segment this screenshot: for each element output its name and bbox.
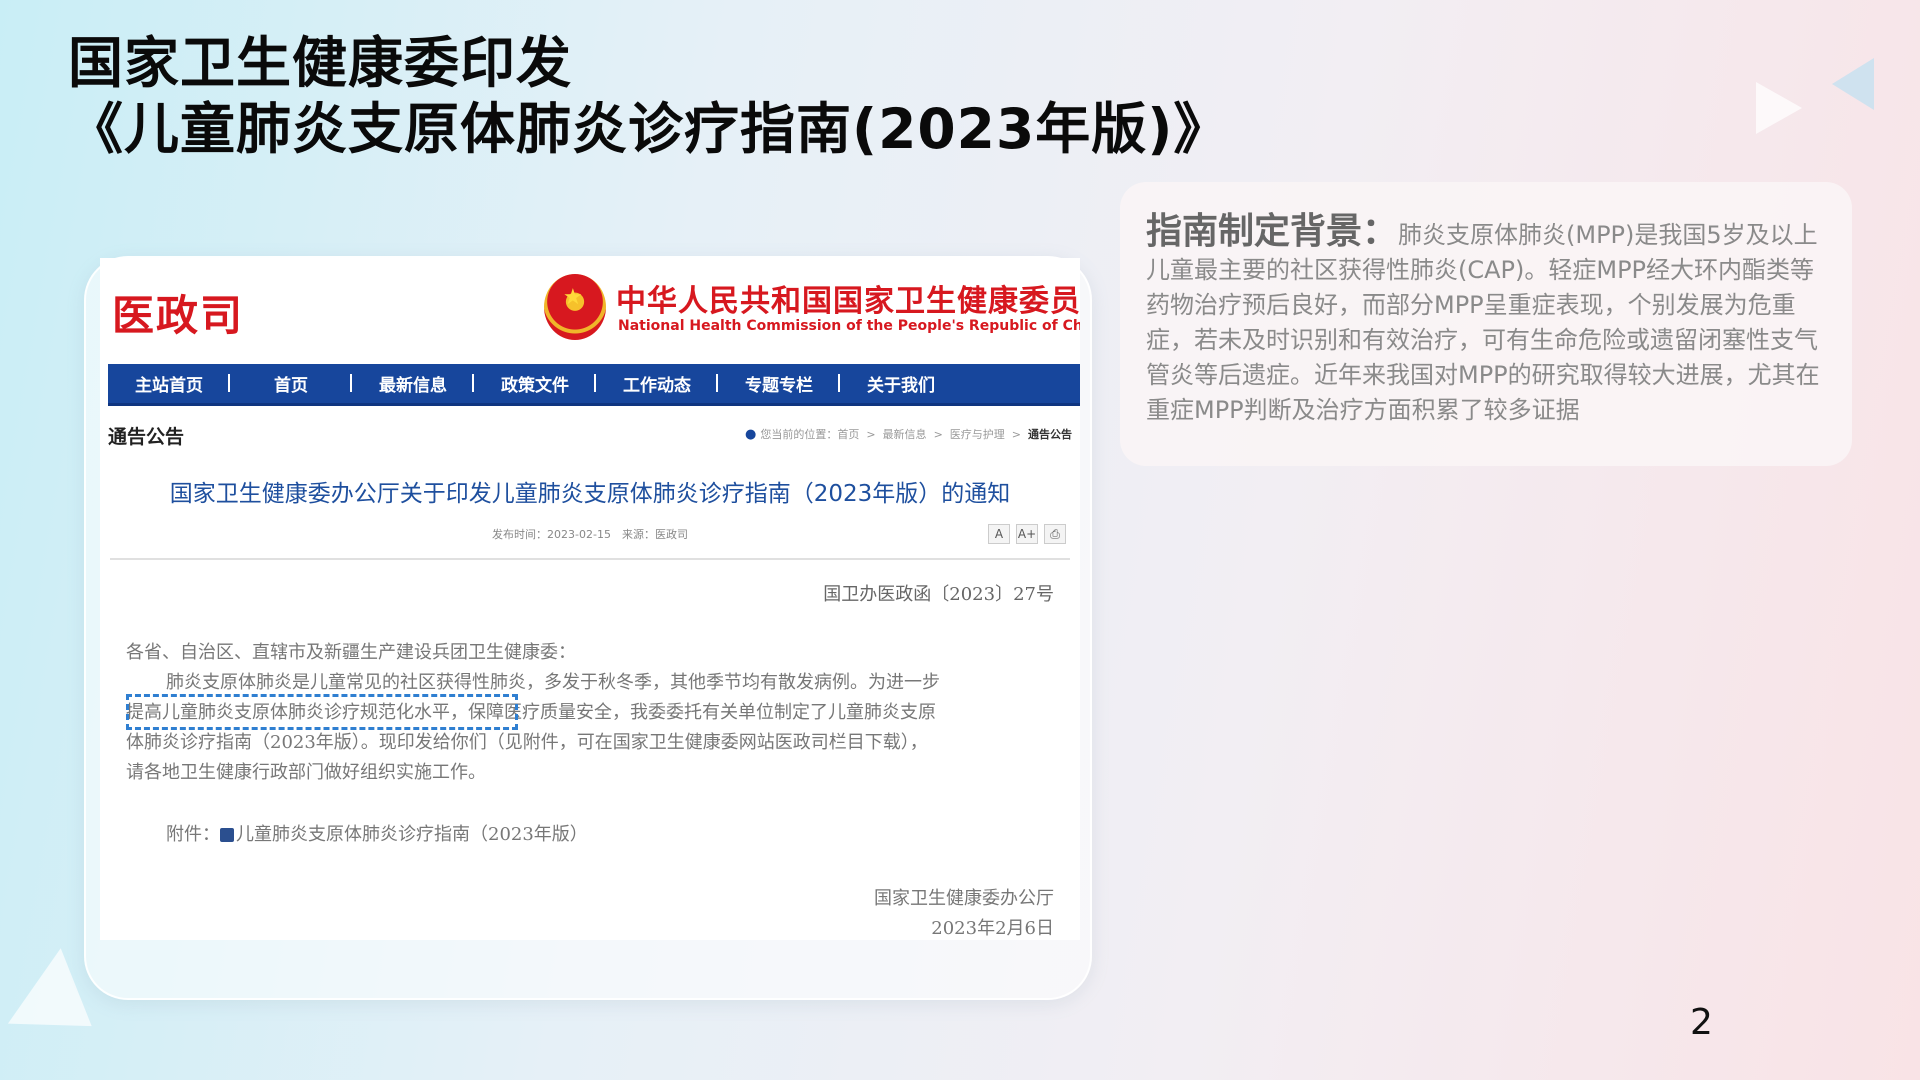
signature-block: 国家卫生健康委办公厅 2023年2月6日 — [874, 884, 1054, 940]
nav-item-policy[interactable]: 政策文件 — [474, 371, 596, 396]
site-header: 医政司 ★ 中华人民共和国国家卫生健康委员会 National Health C… — [100, 258, 1080, 362]
sign-date: 2023年2月6日 — [931, 918, 1054, 939]
font-larger-icon[interactable]: A+ — [1016, 524, 1038, 544]
nav-item-latest[interactable]: 最新信息 — [352, 371, 474, 396]
text-tools: A A+ ⎙ — [988, 524, 1066, 544]
org-name-cn: 中华人民共和国国家卫生健康委员会 — [616, 284, 1080, 319]
highlight-box — [126, 694, 518, 730]
decor-triangle-right — [1756, 82, 1802, 134]
nav-item-main-home[interactable]: 主站首页 — [108, 371, 230, 396]
publish-meta: 发布时间：2023-02-15 来源：医政司 — [492, 528, 688, 541]
page-number: 2 — [1690, 1002, 1713, 1043]
department-label: 医政司 — [112, 291, 245, 340]
emblem-star-icon: ★ — [563, 285, 583, 310]
breadcrumb-item[interactable]: 医疗与护理 — [950, 428, 1005, 441]
breadcrumb-current: 通告公告 — [1028, 428, 1072, 441]
breadcrumb-item[interactable]: 最新信息 — [883, 428, 927, 441]
signer: 国家卫生健康委办公厅 — [874, 888, 1054, 909]
nav-item-work[interactable]: 工作动态 — [596, 371, 718, 396]
nav-item-home[interactable]: 首页 — [230, 371, 352, 396]
divider — [110, 558, 1070, 560]
attachment-prefix: 附件： — [166, 824, 220, 845]
info-heading: 指南制定背景： — [1146, 211, 1399, 252]
section-label: 通告公告 — [108, 426, 185, 448]
nav-item-about[interactable]: 关于我们 — [840, 371, 962, 396]
attachment-link[interactable]: 儿童肺炎支原体肺炎诊疗指南（2023年版） — [236, 824, 588, 845]
print-icon[interactable]: ⎙ — [1044, 524, 1066, 544]
location-pin-icon: ● — [745, 427, 757, 442]
salutation: 各省、自治区、直辖市及新疆生产建设兵团卫生健康委： — [126, 642, 576, 663]
body-line: 体肺炎诊疗指南（2023年版）。现印发给你们（见附件，可在国家卫生健康委网站医政… — [126, 732, 928, 753]
background-info-panel: 指南制定背景：肺炎支原体肺炎(MPP)是我国5岁及以上儿童最主要的社区获得性肺炎… — [1120, 182, 1852, 466]
title-line-2: 《儿童肺炎支原体肺炎诊疗指南(2023年版)》 — [68, 97, 1230, 161]
attachment: 附件： 儿童肺炎支原体肺炎诊疗指南（2023年版） — [166, 820, 588, 846]
decor-triangle-left — [1832, 58, 1874, 110]
org-name-en: National Health Commission of the People… — [618, 318, 1080, 334]
slide-title: 国家卫生健康委印发 《儿童肺炎支原体肺炎诊疗指南(2023年版)》 — [68, 30, 1229, 162]
breadcrumb: ● 您当前的位置：首页 > 最新信息 > 医疗与护理 > 通告公告 — [745, 427, 1072, 442]
document-number: 国卫办医政函〔2023〕27号 — [823, 584, 1054, 605]
body-line: 请各地卫生健康行政部门做好组织实施工作。 — [126, 762, 486, 783]
file-icon — [220, 828, 234, 842]
breadcrumb-item[interactable]: 您当前的位置：首页 — [760, 428, 859, 441]
notice-title: 国家卫生健康委办公厅关于印发儿童肺炎支原体肺炎诊疗指南（2023年版）的通知 — [169, 481, 1011, 507]
title-line-1: 国家卫生健康委印发 — [68, 31, 573, 95]
font-smaller-icon[interactable]: A — [988, 524, 1010, 544]
notice-screenshot: 医政司 ★ 中华人民共和国国家卫生健康委员会 National Health C… — [100, 258, 1080, 940]
nav-item-topics[interactable]: 专题专栏 — [718, 371, 840, 396]
site-nav-bar: 主站首页 首页 最新信息 政策文件 工作动态 专题专栏 关于我们 — [108, 364, 1080, 406]
